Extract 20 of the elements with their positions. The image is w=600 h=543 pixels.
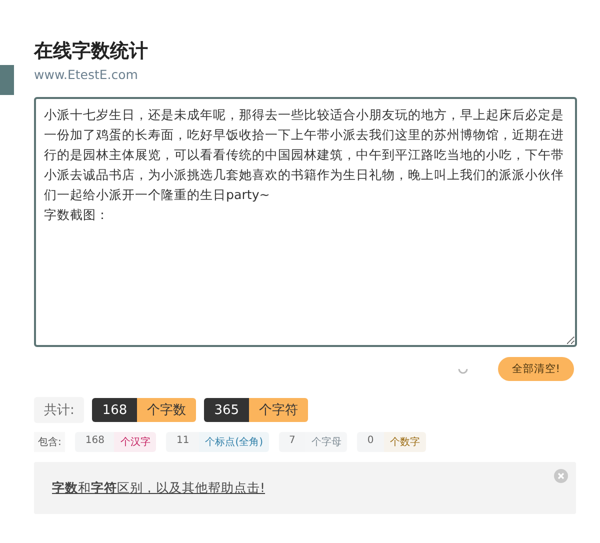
count-number: 365 — [204, 398, 250, 422]
count-number: 7 — [279, 432, 306, 452]
count-number: 11 — [166, 432, 200, 452]
help-link[interactable]: 字数和字符区别，以及其他帮助点击! — [52, 480, 266, 496]
page-title: 在线字数统计 — [34, 39, 149, 64]
site-url: www.EtestE.com — [34, 67, 138, 82]
close-icon[interactable] — [554, 469, 568, 483]
clear-all-button[interactable]: 全部清空! — [498, 357, 574, 381]
count-number: 168 — [92, 398, 138, 422]
count-tag: 个数字 — [384, 432, 426, 452]
count-unit: 个字数 — [137, 398, 196, 422]
count-unit: 个字符 — [249, 398, 308, 422]
count-tag: 个字母 — [305, 432, 348, 452]
count-number: 168 — [75, 432, 114, 452]
text-input-field[interactable]: 小派十七岁生日，还是未成年呢，那得去一些比较适合小朋友玩的地方，早上起床后必定是一份加了鸡蛋的长寿面，吃好早饭收拾一下上午带小派去我们这里的苏州博物馆，近期在进行的是园林主体展览，可以看看传统的中国园林建筑，中午到平江路吃当地的小吃，下午带小派去诚品书店，为小派挑选几套她喜欢的书籍作为生日礼物，晚上叫上我们的派派小伙伴们一起给小派开一个隆重的生日party~ 字数截图： — [34, 97, 577, 347]
contains-label: 包含: — [34, 432, 66, 452]
count-tag: 个标点(全角) — [199, 432, 270, 452]
total-label: 共计: — [34, 397, 84, 423]
count-number: 0 — [357, 432, 384, 452]
count-tag: 个汉字 — [114, 432, 156, 452]
